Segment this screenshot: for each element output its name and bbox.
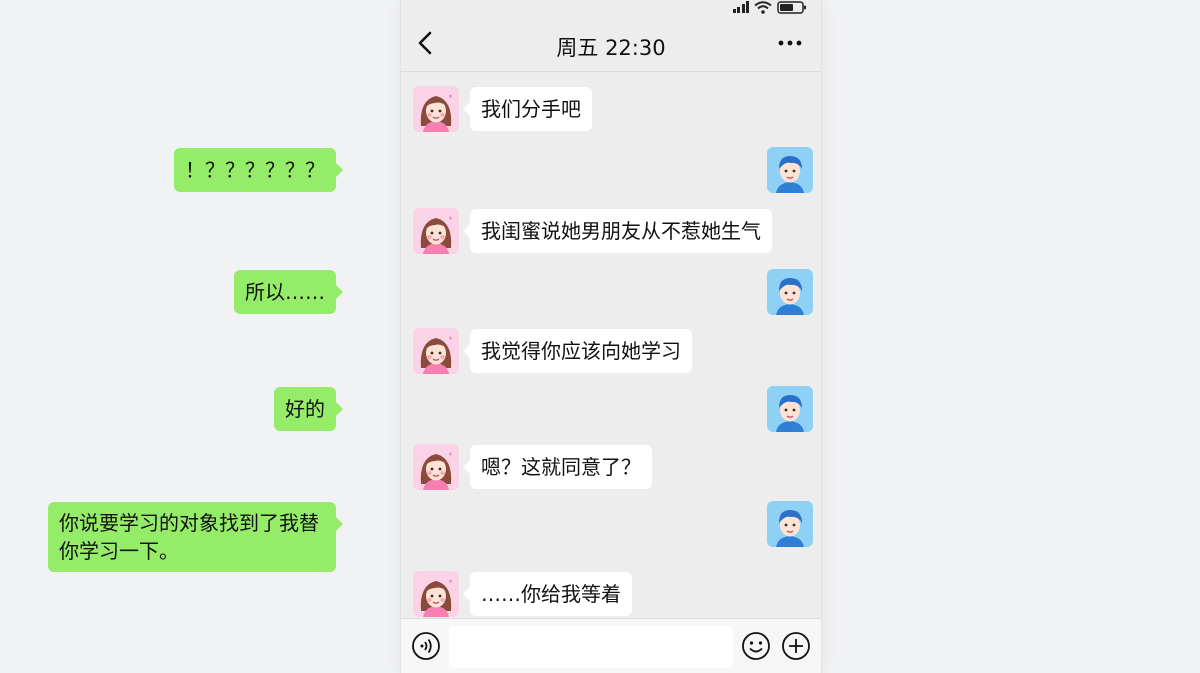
my-avatar[interactable] xyxy=(767,386,813,432)
message-bubble[interactable]: 嗯？这就同意了？ xyxy=(463,445,652,489)
chat-title: 周五 22:30 xyxy=(556,36,666,60)
input-bar xyxy=(401,618,821,673)
voice-icon[interactable] xyxy=(411,631,441,661)
battery-icon xyxy=(777,0,807,14)
signal-icon xyxy=(732,1,749,13)
message-input[interactable] xyxy=(449,626,733,668)
my-avatar[interactable] xyxy=(767,501,813,547)
girlfriend-avatar[interactable] xyxy=(413,328,459,374)
message-bubble[interactable]: 你说要学习的对象找到了我替你学习一下。 xyxy=(48,502,343,572)
message-bubble[interactable]: 好的 xyxy=(274,387,343,431)
message-bubble[interactable]: 我觉得你应该向她学习 xyxy=(463,329,692,373)
message-bubble[interactable]: ……你给我等着 xyxy=(463,572,632,616)
message-bubble[interactable]: 所以…… xyxy=(234,270,343,314)
message-bubble[interactable]: ！？？？？？？ xyxy=(174,148,343,192)
girlfriend-avatar[interactable] xyxy=(413,444,459,490)
phone-screen: 周五 22:30 我们分手吧 ！？？？？？？ 我闺蜜说她男朋友从不惹她生气 所以… xyxy=(48,0,822,673)
more-dots-icon[interactable] xyxy=(777,32,803,54)
message-bubble[interactable]: 我们分手吧 xyxy=(463,87,592,131)
my-avatar[interactable] xyxy=(767,269,813,315)
girlfriend-avatar[interactable] xyxy=(413,208,459,254)
status-icons xyxy=(732,0,808,14)
girlfriend-avatar[interactable] xyxy=(413,571,459,617)
chat-header: 周五 22:30 xyxy=(401,14,821,72)
my-avatar[interactable] xyxy=(767,147,813,193)
status-bar xyxy=(401,0,821,14)
plus-icon[interactable] xyxy=(781,631,811,661)
emoji-icon[interactable] xyxy=(741,631,771,661)
girlfriend-avatar[interactable] xyxy=(413,86,459,132)
message-bubble[interactable]: 我闺蜜说她男朋友从不惹她生气 xyxy=(463,209,772,253)
wifi-icon xyxy=(754,0,772,14)
